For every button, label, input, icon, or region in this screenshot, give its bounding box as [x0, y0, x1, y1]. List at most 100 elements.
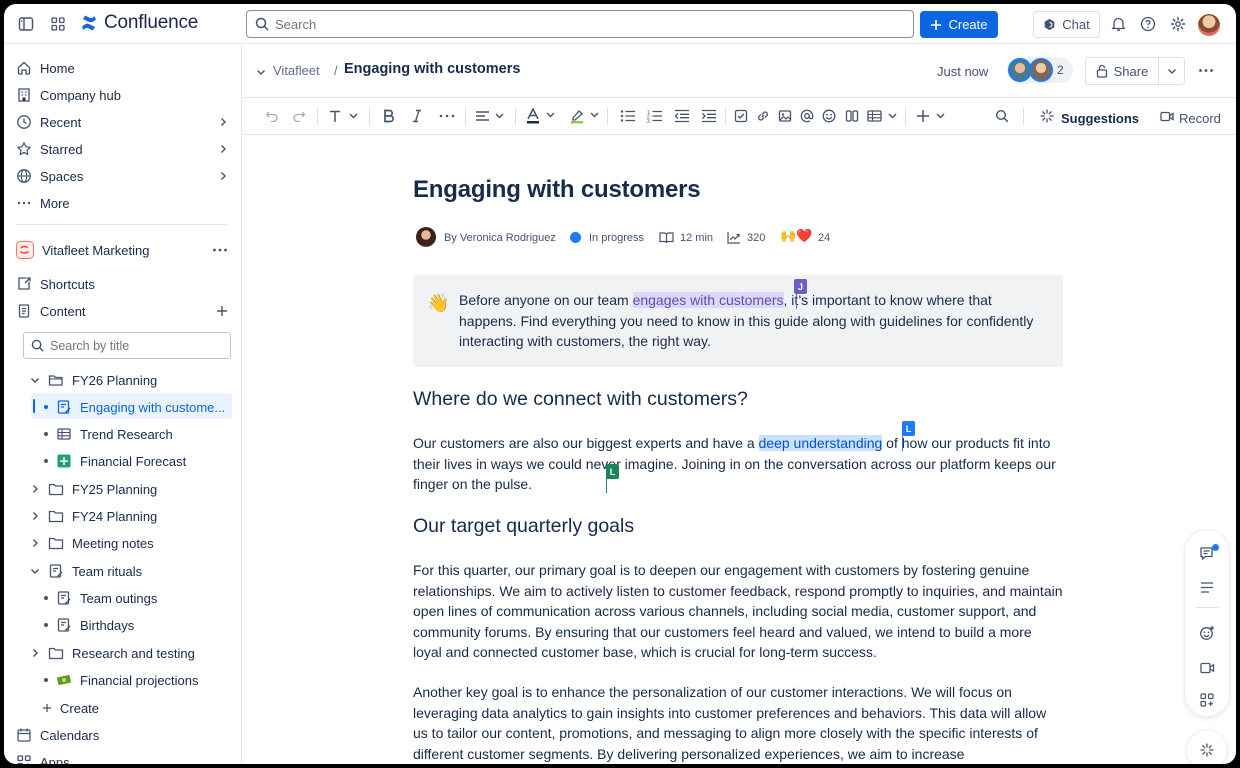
- panel-text[interactable]: Before anyone on our team engages with c…: [459, 290, 1049, 352]
- page-title[interactable]: Engaging with customers: [413, 176, 701, 204]
- tree-item-fy25-planning[interactable]: FY25 Planning: [30, 476, 157, 502]
- sidebar-item-apps[interactable]: Apps: [16, 749, 232, 764]
- space-header[interactable]: Vitafleet Marketing: [16, 237, 232, 263]
- sidebar-item-label: Content: [40, 303, 86, 319]
- page-status[interactable]: In progress: [589, 232, 644, 244]
- info-panel[interactable]: 👋 Before anyone on our team engages with…: [413, 275, 1063, 367]
- sidebar-item-company-hub[interactable]: Company hub: [16, 82, 232, 108]
- notifications-bell-icon[interactable]: [1108, 14, 1128, 34]
- bullet-list-icon[interactable]: [620, 109, 636, 123]
- suggestions-button[interactable]: Suggestions: [1061, 111, 1139, 126]
- sidebar-item-shortcuts[interactable]: Shortcuts: [16, 271, 232, 297]
- add-apps-icon[interactable]: [1200, 693, 1214, 707]
- app-switcher-icon[interactable]: [48, 14, 68, 34]
- layouts-icon[interactable]: [845, 109, 859, 123]
- tree-item-birthdays[interactable]: Birthdays: [44, 612, 134, 638]
- content-search[interactable]: [23, 332, 231, 359]
- link-icon[interactable]: [756, 109, 770, 123]
- bullet-dot: [44, 596, 48, 600]
- bold-icon[interactable]: [383, 109, 395, 123]
- video-icon[interactable]: [1200, 662, 1215, 674]
- confluence-logo[interactable]: Confluence: [80, 12, 198, 34]
- inline-comment-highlight[interactable]: engages with customers: [632, 292, 784, 308]
- sidebar-item-calendars[interactable]: Calendars: [16, 722, 232, 748]
- collaborators[interactable]: 2: [1007, 57, 1073, 83]
- tree-item-trend-research[interactable]: Trend Research: [44, 421, 173, 447]
- insert-more-icon[interactable]: [916, 109, 948, 123]
- global-search[interactable]: [246, 10, 914, 38]
- create-button[interactable]: Create: [920, 11, 998, 38]
- tree-item-research-and-testing[interactable]: Research and testing: [30, 640, 195, 666]
- tree-item-financial-projections[interactable]: Financial projections: [44, 667, 199, 693]
- tree-item-fy26-planning[interactable]: FY26 Planning: [30, 367, 157, 393]
- chevron-right-icon[interactable]: [30, 538, 40, 548]
- user-avatar[interactable]: [1198, 14, 1220, 36]
- search-input[interactable]: [275, 16, 875, 32]
- sidebar-item-content[interactable]: Content: [16, 298, 232, 324]
- breadcrumb-space[interactable]: Vitafleet: [273, 63, 320, 78]
- home-icon: [17, 61, 31, 75]
- table-insert-icon[interactable]: [867, 109, 899, 123]
- more-actions-icon[interactable]: [1198, 68, 1214, 73]
- heading-quarterly-goals[interactable]: Our target quarterly goals: [413, 515, 634, 538]
- chevron-right-icon[interactable]: [30, 484, 40, 494]
- chevron-down-icon[interactable]: [30, 375, 40, 385]
- tree-item-fy24-planning[interactable]: FY24 Planning: [30, 503, 157, 529]
- search-by-title-input[interactable]: [50, 338, 220, 353]
- add-reaction-icon[interactable]: [1199, 625, 1215, 641]
- tree-item-financial-forecast[interactable]: Financial Forecast: [44, 448, 186, 474]
- share-options-dropdown[interactable]: [1159, 58, 1185, 84]
- chevron-down-icon[interactable]: [256, 67, 266, 77]
- tree-item-team-rituals[interactable]: Team rituals: [30, 558, 142, 584]
- sidebar-item-more[interactable]: More: [16, 190, 232, 216]
- numbered-list-icon[interactable]: 123: [647, 109, 663, 123]
- mention-icon[interactable]: [800, 109, 814, 123]
- help-icon[interactable]: [1138, 14, 1158, 34]
- text-style-icon[interactable]: [329, 109, 359, 123]
- share-button[interactable]: Share: [1086, 58, 1159, 84]
- tree-item-team-outings[interactable]: Team outings: [44, 585, 157, 611]
- indent-icon[interactable]: [701, 109, 717, 123]
- find-replace-icon[interactable]: [995, 109, 1009, 123]
- space-more-actions-icon[interactable]: [212, 247, 228, 253]
- chevron-right-icon[interactable]: [30, 511, 40, 521]
- outdent-icon[interactable]: [674, 109, 690, 123]
- tree-create[interactable]: Create: [42, 695, 99, 721]
- author-avatar[interactable]: [416, 227, 436, 247]
- tree-item-meeting-notes[interactable]: Meeting notes: [30, 530, 154, 556]
- chevron-right-icon[interactable]: [30, 648, 40, 658]
- sidebar-item-home[interactable]: Home: [16, 55, 232, 81]
- sidebar-toggle-icon[interactable]: [16, 14, 36, 34]
- tree-item-engaging-with-customers[interactable]: Engaging with custome...: [44, 394, 225, 420]
- sidebar-item-starred[interactable]: Starred: [16, 136, 232, 162]
- highlight-color-icon[interactable]: [570, 108, 600, 124]
- author-name[interactable]: By Veronica Rodriguez: [444, 232, 556, 244]
- italic-icon[interactable]: [412, 109, 422, 123]
- sidebar-item-label: More: [40, 195, 70, 211]
- text-selection-highlight[interactable]: deep understanding: [758, 435, 883, 451]
- action-item-icon[interactable]: [734, 109, 748, 123]
- connect-paragraph[interactable]: Our customers are also our biggest exper…: [413, 433, 1063, 495]
- ai-assist-button[interactable]: [1187, 730, 1227, 764]
- heading-where-connect[interactable]: Where do we connect with customers?: [413, 388, 748, 411]
- reactions-emoji[interactable]: 🙌❤️: [780, 228, 812, 244]
- goals-paragraph-2[interactable]: Another key goal is to enhance the perso…: [413, 682, 1063, 764]
- view-count[interactable]: 320: [747, 232, 765, 244]
- sidebar-item-spaces[interactable]: Spaces: [16, 163, 232, 189]
- undo-icon[interactable]: [265, 110, 279, 122]
- image-icon[interactable]: [778, 109, 792, 123]
- add-content-plus-icon[interactable]: [216, 305, 228, 317]
- chat-button[interactable]: Chat: [1033, 11, 1100, 38]
- goals-paragraph-1[interactable]: For this quarter, our primary goal is to…: [413, 560, 1063, 663]
- table-of-contents-icon[interactable]: [1200, 581, 1214, 594]
- redo-icon[interactable]: [292, 110, 306, 122]
- emoji-icon[interactable]: [822, 109, 836, 123]
- video-record-icon: [1160, 111, 1174, 122]
- chevron-down-icon[interactable]: [30, 566, 40, 576]
- more-formatting-icon[interactable]: [439, 114, 455, 118]
- sidebar-item-recent[interactable]: Recent: [16, 109, 232, 135]
- text-color-icon[interactable]: [526, 108, 556, 124]
- record-button[interactable]: Record: [1179, 111, 1221, 126]
- alignment-icon[interactable]: [475, 109, 505, 123]
- settings-gear-icon[interactable]: [1168, 14, 1188, 34]
